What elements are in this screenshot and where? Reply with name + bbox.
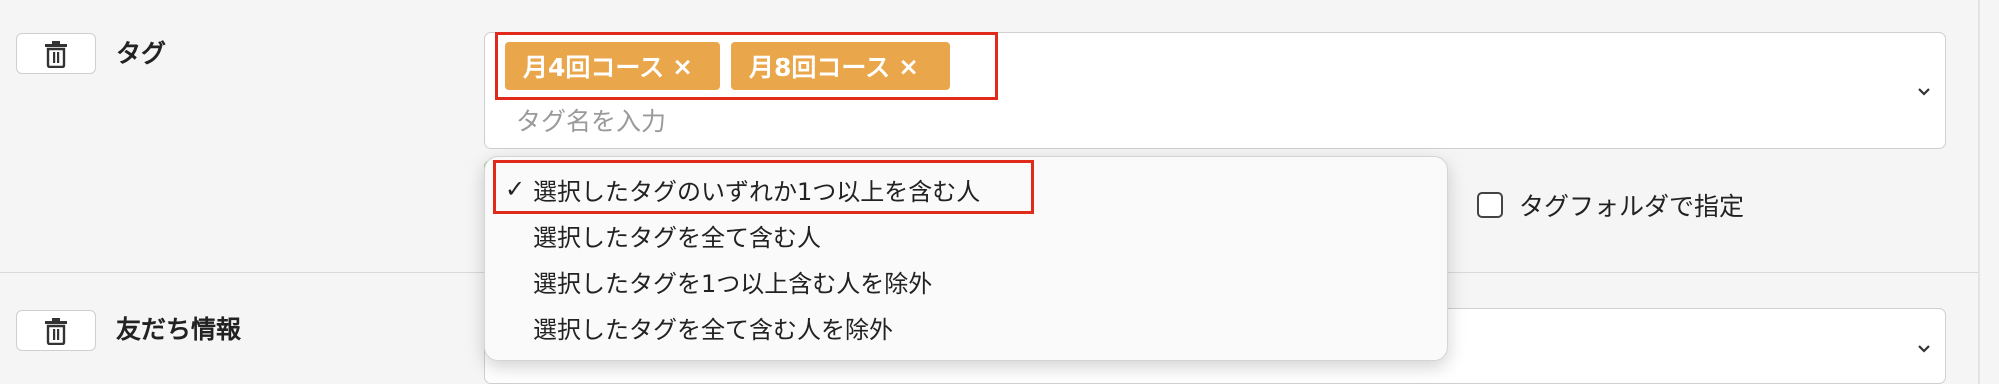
chevron-down-icon[interactable] (1915, 82, 1933, 100)
dropdown-option[interactable]: 選択したタグを全て含む人 (485, 215, 1447, 255)
trash-icon (45, 40, 67, 68)
chevron-down-icon[interactable] (1915, 339, 1933, 357)
selected-tags-highlight (495, 32, 998, 100)
tag-folder-option[interactable]: タグフォルダで指定 (1477, 188, 1744, 222)
selected-option-highlight (493, 160, 1034, 214)
tag-folder-checkbox[interactable] (1477, 192, 1503, 218)
tag-section-label: タグ (116, 39, 167, 68)
dropdown-option-label: 選択したタグを1つ以上含む人を除外 (533, 269, 933, 298)
tag-name-input[interactable] (516, 104, 916, 138)
tag-folder-checkbox-label: タグフォルダで指定 (1519, 192, 1745, 221)
delete-friend-condition-button[interactable] (16, 310, 96, 351)
dropdown-option[interactable]: 選択したタグを全て含む人を除外 (485, 307, 1447, 347)
trash-icon (45, 317, 67, 345)
delete-tag-condition-button[interactable] (16, 33, 96, 74)
divider (1978, 0, 1980, 384)
dropdown-option[interactable]: 選択したタグを1つ以上含む人を除外 (485, 261, 1447, 301)
friend-section-label: 友だち情報 (116, 315, 242, 344)
dropdown-option-label: 選択したタグを全て含む人 (533, 223, 821, 252)
dropdown-option-label: 選択したタグを全て含む人を除外 (533, 315, 893, 344)
